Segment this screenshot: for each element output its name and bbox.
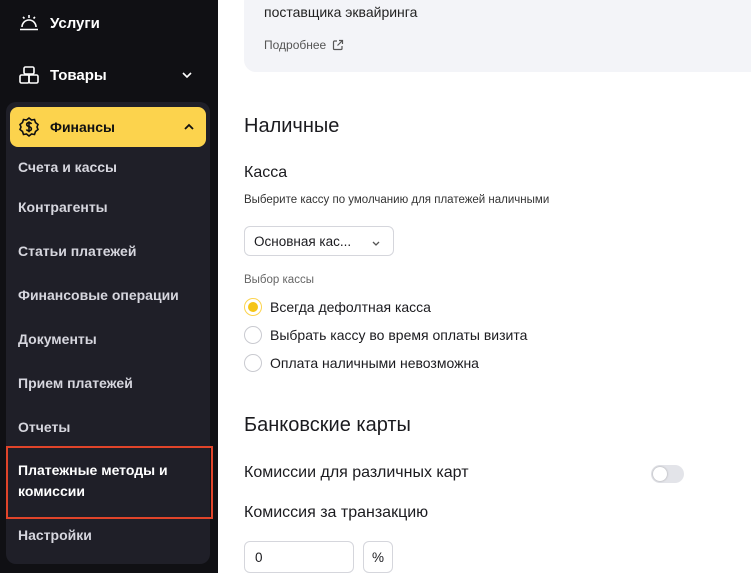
sidebar: Услуги Товары Финансы Счета и кассы Конт… — [0, 0, 218, 573]
sidebar-item-accounts[interactable]: Счета и кассы — [18, 159, 117, 175]
radio-cash-unavailable[interactable]: Оплата наличными невозможна — [244, 354, 479, 372]
sidebar-item-settings[interactable]: Настройки — [18, 527, 92, 543]
chevron-down-icon[interactable] — [180, 68, 194, 82]
sidebar-item-documents[interactable]: Документы — [18, 331, 97, 347]
sidebar-item-financial-operations[interactable]: Финансовые операции — [18, 287, 179, 303]
sidebar-item-payment-acceptance[interactable]: Прием платежей — [18, 375, 133, 391]
sidebar-item-reports[interactable]: Отчеты — [18, 419, 70, 435]
nav-item-services[interactable]: Услуги — [18, 12, 100, 34]
toggle-knob — [653, 467, 667, 481]
more-link-label: Подробнее — [264, 38, 327, 52]
register-title: Касса — [244, 164, 288, 181]
radio-default-register[interactable]: Всегда дефолтная касса — [244, 298, 431, 316]
nav-item-finance[interactable]: Финансы — [10, 107, 206, 147]
radio-choose-register[interactable]: Выбрать кассу во время оплаты визита — [244, 326, 527, 344]
register-select-value: Основная кас... — [254, 233, 352, 249]
boxes-icon — [18, 64, 40, 86]
more-link[interactable]: Подробнее — [264, 38, 344, 52]
commission-cards-toggle[interactable] — [651, 465, 684, 483]
fee-unit-label: % — [371, 549, 384, 565]
radio-label: Оплата наличными невозможна — [270, 355, 479, 371]
service-bell-icon — [18, 12, 40, 34]
nav-item-services-label: Услуги — [50, 14, 100, 32]
dollar-coin-icon — [18, 116, 40, 138]
transaction-fee-input[interactable]: 0 — [244, 541, 354, 573]
radio-button[interactable] — [244, 326, 262, 344]
card-text: поставщика эквайринга — [264, 4, 418, 20]
register-select[interactable]: Основная кас... — [244, 226, 394, 256]
sidebar-item-counterparties[interactable]: Контрагенты — [18, 199, 108, 215]
radio-label: Выбрать кассу во время оплаты визита — [270, 327, 528, 343]
cash-section-title: Наличные — [244, 115, 340, 137]
external-link-icon — [333, 39, 344, 51]
bank-cards-section-title: Банковские карты — [244, 414, 411, 436]
chevron-down-icon — [371, 236, 381, 246]
nav-item-finance-label: Финансы — [50, 119, 115, 135]
active-item-highlight — [6, 446, 213, 519]
transaction-fee-value: 0 — [255, 549, 263, 565]
radio-button[interactable] — [244, 354, 262, 372]
acquiring-info-card: поставщика эквайринга Подробнее — [244, 0, 751, 72]
nav-item-goods-label: Товары — [50, 66, 107, 84]
main-content: поставщика эквайринга Подробнее Наличные… — [218, 0, 751, 573]
transaction-fee-label: Комиссия за транзакцию — [244, 504, 429, 521]
radio-label: Всегда дефолтная касса — [270, 299, 431, 315]
register-hint: Выберите кассу по умолчанию для платежей… — [244, 194, 550, 206]
register-choice-label: Выбор кассы — [244, 274, 314, 286]
chevron-up-icon[interactable] — [182, 120, 196, 134]
commission-cards-label: Комиссии для различных карт — [244, 464, 469, 481]
radio-button-checked[interactable] — [244, 298, 262, 316]
fee-unit-selector[interactable]: % — [363, 541, 393, 573]
sidebar-item-payment-items[interactable]: Статьи платежей — [18, 243, 136, 259]
